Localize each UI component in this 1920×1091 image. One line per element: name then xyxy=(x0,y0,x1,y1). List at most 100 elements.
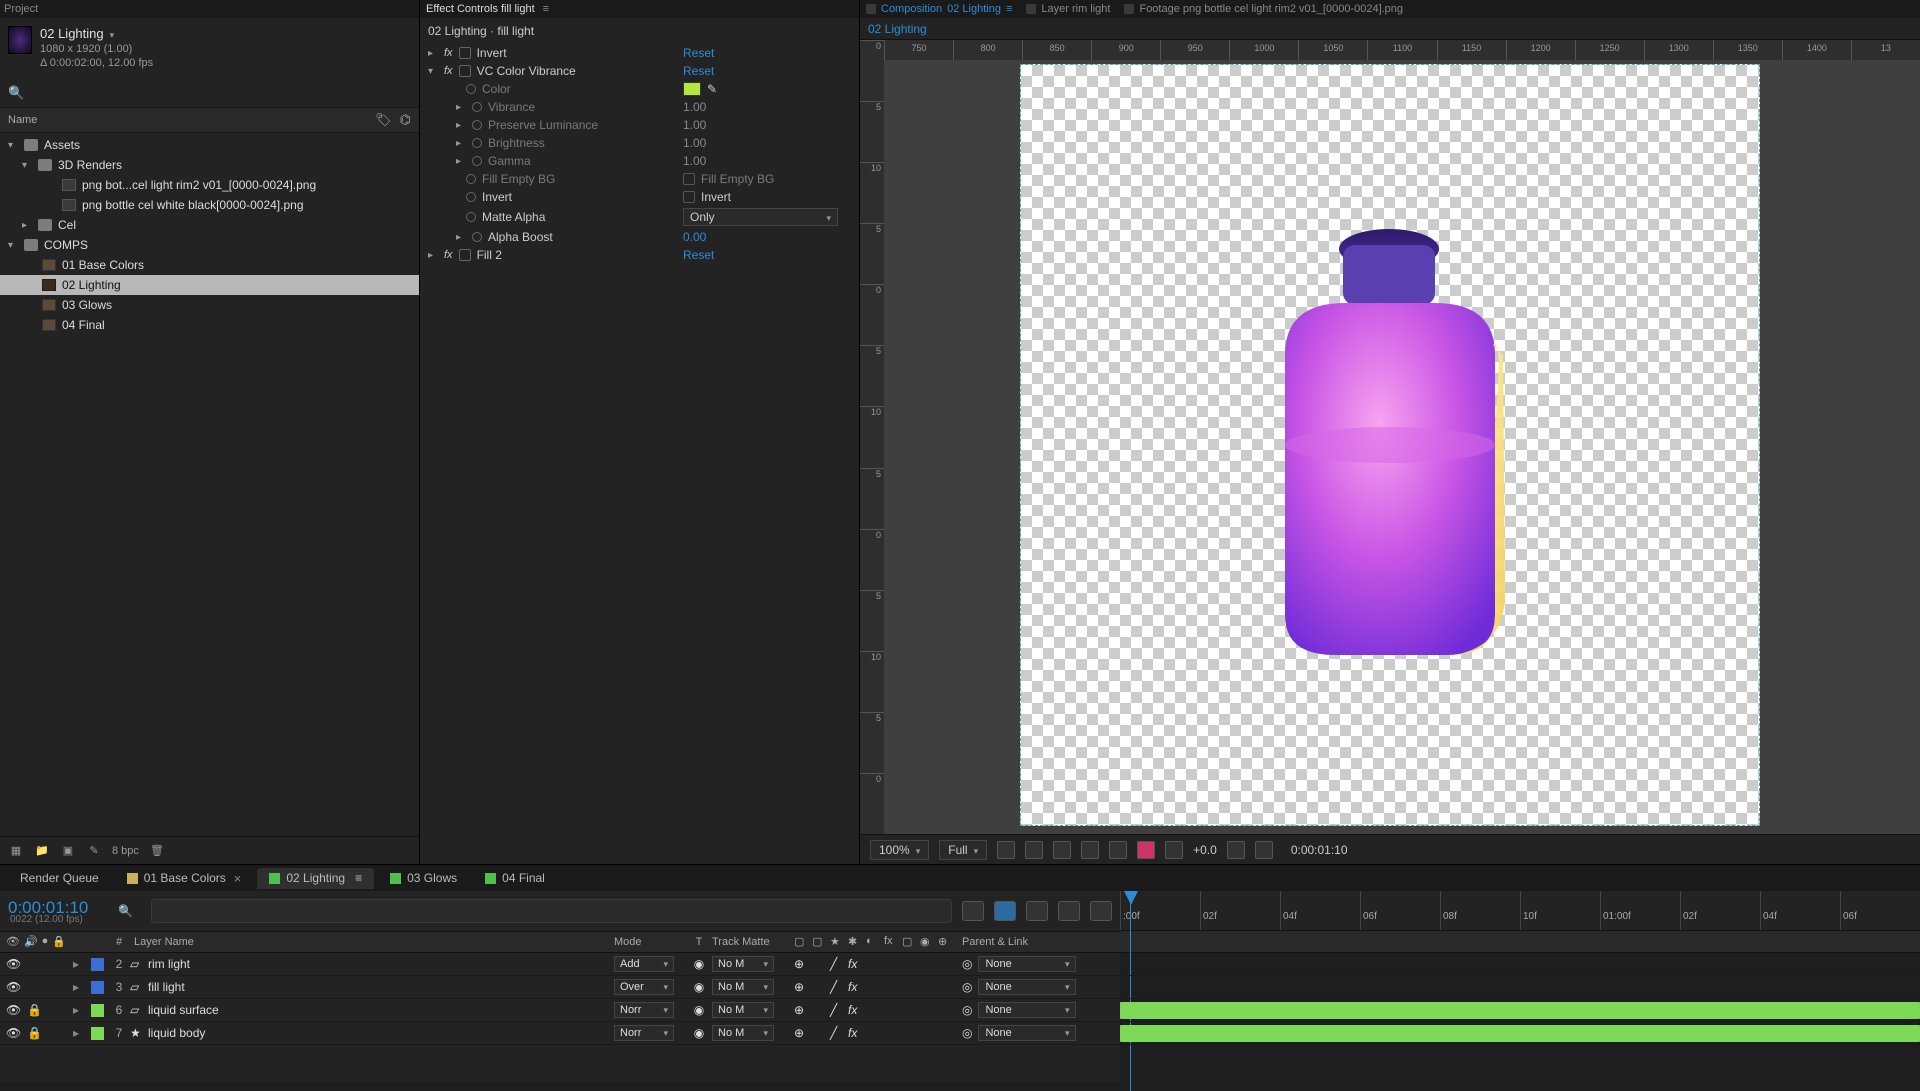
layer-row[interactable]: 👁🔒 ▸ 7 ★ liquid body Norr ◉ No M ⊕╱fx ◎N… xyxy=(0,1022,1120,1045)
effect-visibility-icon[interactable] xyxy=(459,249,471,261)
effect-property[interactable]: Fill Empty BG Fill Empty BG xyxy=(428,170,851,188)
timeline-track[interactable] xyxy=(1120,953,1920,976)
switch-icon[interactable]: ◉ xyxy=(920,935,934,949)
layer-row[interactable]: 👁 ▸ 3 ▱ fill light Over ◉ No M ⊕╱fx ◎Non… xyxy=(0,976,1120,999)
viewer-breadcrumb[interactable]: 02 Lighting xyxy=(860,18,1920,40)
switch-icon[interactable]: ★ xyxy=(830,935,844,949)
layer-color-swatch[interactable] xyxy=(91,981,104,994)
timeline-tab[interactable]: 02 Lighting≡ xyxy=(257,868,374,889)
track-matte-dropdown[interactable]: No M xyxy=(712,1025,774,1041)
solo-icon[interactable]: ● xyxy=(42,935,49,949)
viewer-tab-composition[interactable]: Composition02 Lighting≡ xyxy=(866,3,1012,15)
property-value[interactable]: 0.00 xyxy=(683,230,706,244)
parent-dropdown[interactable]: None xyxy=(978,979,1076,995)
eye-icon[interactable]: 👁 xyxy=(6,980,21,994)
switch-icon[interactable]: ⊕ xyxy=(794,980,808,994)
color-swatch[interactable] xyxy=(683,82,701,96)
timeline-tab[interactable]: 01 Base Colors× xyxy=(115,868,254,889)
fx-switch-icon[interactable]: fx xyxy=(848,957,862,971)
fx-switch-icon[interactable]: fx xyxy=(848,1003,862,1017)
comp-title[interactable]: 02 Lighting xyxy=(40,26,153,41)
expand-icon[interactable]: ▸ xyxy=(66,1003,86,1017)
track-matte-dropdown[interactable]: No M xyxy=(712,956,774,972)
lock-icon[interactable]: 🔒 xyxy=(27,1026,42,1040)
checkbox[interactable] xyxy=(683,173,695,185)
effect-row[interactable]: ▾fxVC Color Vibrance Reset xyxy=(428,62,851,80)
search-icon[interactable]: 🔍 xyxy=(118,904,133,918)
switch-icon[interactable]: ⊕ xyxy=(938,935,952,949)
property-value[interactable]: 1.00 xyxy=(683,154,706,168)
timeline-track[interactable] xyxy=(1120,1022,1920,1045)
effect-visibility-icon[interactable] xyxy=(459,65,471,77)
parent-dropdown[interactable]: None xyxy=(978,1002,1076,1018)
col-layer-name[interactable]: Layer Name xyxy=(130,936,614,948)
effect-row[interactable]: ▸fxInvert Reset xyxy=(428,44,851,62)
color-mgmt-icon[interactable] xyxy=(1137,841,1155,859)
col-num[interactable]: # xyxy=(108,936,130,948)
eye-icon[interactable]: 👁 xyxy=(6,935,20,949)
panel-menu-icon[interactable]: ≡ xyxy=(355,871,362,885)
switch-icon[interactable]: ◐ xyxy=(866,935,880,949)
folder-cel[interactable]: ▸Cel xyxy=(0,215,419,235)
blend-mode-dropdown[interactable]: Add xyxy=(614,956,674,972)
mask-icon[interactable] xyxy=(1025,841,1043,859)
speaker-icon[interactable]: 🔊 xyxy=(24,935,38,949)
switch-icon[interactable]: ╱ xyxy=(830,1003,844,1017)
stopwatch-icon[interactable] xyxy=(472,138,482,148)
timeline-ruler[interactable]: :00f02f04f06f08f10f01:00f02f04f06f xyxy=(1120,891,1920,931)
effect-property[interactable]: ▸Preserve Luminance 1.00 xyxy=(428,116,851,134)
lock-icon[interactable]: 🔒 xyxy=(52,935,66,949)
switch-icon[interactable]: ⊕ xyxy=(794,957,808,971)
switch-icon[interactable]: ▢ xyxy=(794,935,808,949)
timeline-tab[interactable]: 04 Final xyxy=(473,868,557,889)
graph-editor-icon[interactable] xyxy=(962,901,984,921)
pickwhip-icon[interactable]: ◎ xyxy=(962,1026,972,1040)
name-column-label[interactable]: Name xyxy=(8,114,37,126)
property-value[interactable]: 1.00 xyxy=(683,100,706,114)
frame-blend-icon[interactable] xyxy=(1026,901,1048,921)
shy-icon[interactable] xyxy=(994,901,1016,921)
3d-icon[interactable] xyxy=(1109,841,1127,859)
stopwatch-icon[interactable] xyxy=(466,84,476,94)
switch-icon[interactable]: ✱ xyxy=(848,935,862,949)
timeline-tab[interactable]: 03 Glows xyxy=(378,868,469,889)
comp-row-selected[interactable]: 02 Lighting xyxy=(0,275,419,295)
pickwhip-icon[interactable]: ◎ xyxy=(962,957,972,971)
track-matte-icon[interactable]: ◉ xyxy=(694,1026,704,1040)
switch-icon[interactable]: ╱ xyxy=(830,957,844,971)
viewer-tab-footage[interactable]: Footage png bottle cel light rim2 v01_[0… xyxy=(1124,3,1403,15)
stopwatch-icon[interactable] xyxy=(472,232,482,242)
file-row[interactable]: png bottle cel white black[0000-0024].pn… xyxy=(0,195,419,215)
switch-icon[interactable]: ╱ xyxy=(830,980,844,994)
folder-comps[interactable]: ▾COMPS xyxy=(0,235,419,255)
expand-icon[interactable]: ▸ xyxy=(66,980,86,994)
effect-property[interactable]: ▸Brightness 1.00 xyxy=(428,134,851,152)
folder-3d-renders[interactable]: ▾3D Renders xyxy=(0,155,419,175)
viewer-tab-layer[interactable]: Layer rim light xyxy=(1026,3,1110,15)
switch-icon[interactable]: ⊕ xyxy=(794,1026,808,1040)
new-folder-icon[interactable]: 📁 xyxy=(34,843,50,859)
layer-color-swatch[interactable] xyxy=(91,958,104,971)
dropdown[interactable]: Only xyxy=(683,208,838,226)
stopwatch-icon[interactable] xyxy=(466,192,476,202)
fx-switch-icon[interactable]: fx xyxy=(848,980,862,994)
layer-name[interactable]: rim light xyxy=(148,957,614,971)
property-value[interactable]: 1.00 xyxy=(683,118,706,132)
new-comp-icon[interactable]: ▣ xyxy=(60,843,76,859)
track-matte-dropdown[interactable]: No M xyxy=(712,1002,774,1018)
checkbox[interactable] xyxy=(683,191,695,203)
effect-row[interactable]: ▸fxFill 2 Reset xyxy=(428,246,851,264)
stopwatch-icon[interactable] xyxy=(466,174,476,184)
effect-property[interactable]: ▸Alpha Boost 0.00 xyxy=(428,228,851,246)
effect-property[interactable]: Matte Alpha Only xyxy=(428,206,851,228)
tree-icon[interactable]: ⌬ xyxy=(400,112,411,128)
track-matte-dropdown[interactable]: No M xyxy=(712,979,774,995)
layer-bar[interactable] xyxy=(1120,1002,1920,1019)
blend-mode-dropdown[interactable]: Norr xyxy=(614,1025,674,1041)
reset-link[interactable]: Reset xyxy=(683,248,714,262)
track-matte-icon[interactable]: ◉ xyxy=(694,980,704,994)
project-panel-tab[interactable]: Project xyxy=(0,0,419,18)
layer-color-swatch[interactable] xyxy=(91,1004,104,1017)
show-snapshot-icon[interactable] xyxy=(1255,841,1273,859)
exposure-value[interactable]: +0.0 xyxy=(1193,843,1217,857)
